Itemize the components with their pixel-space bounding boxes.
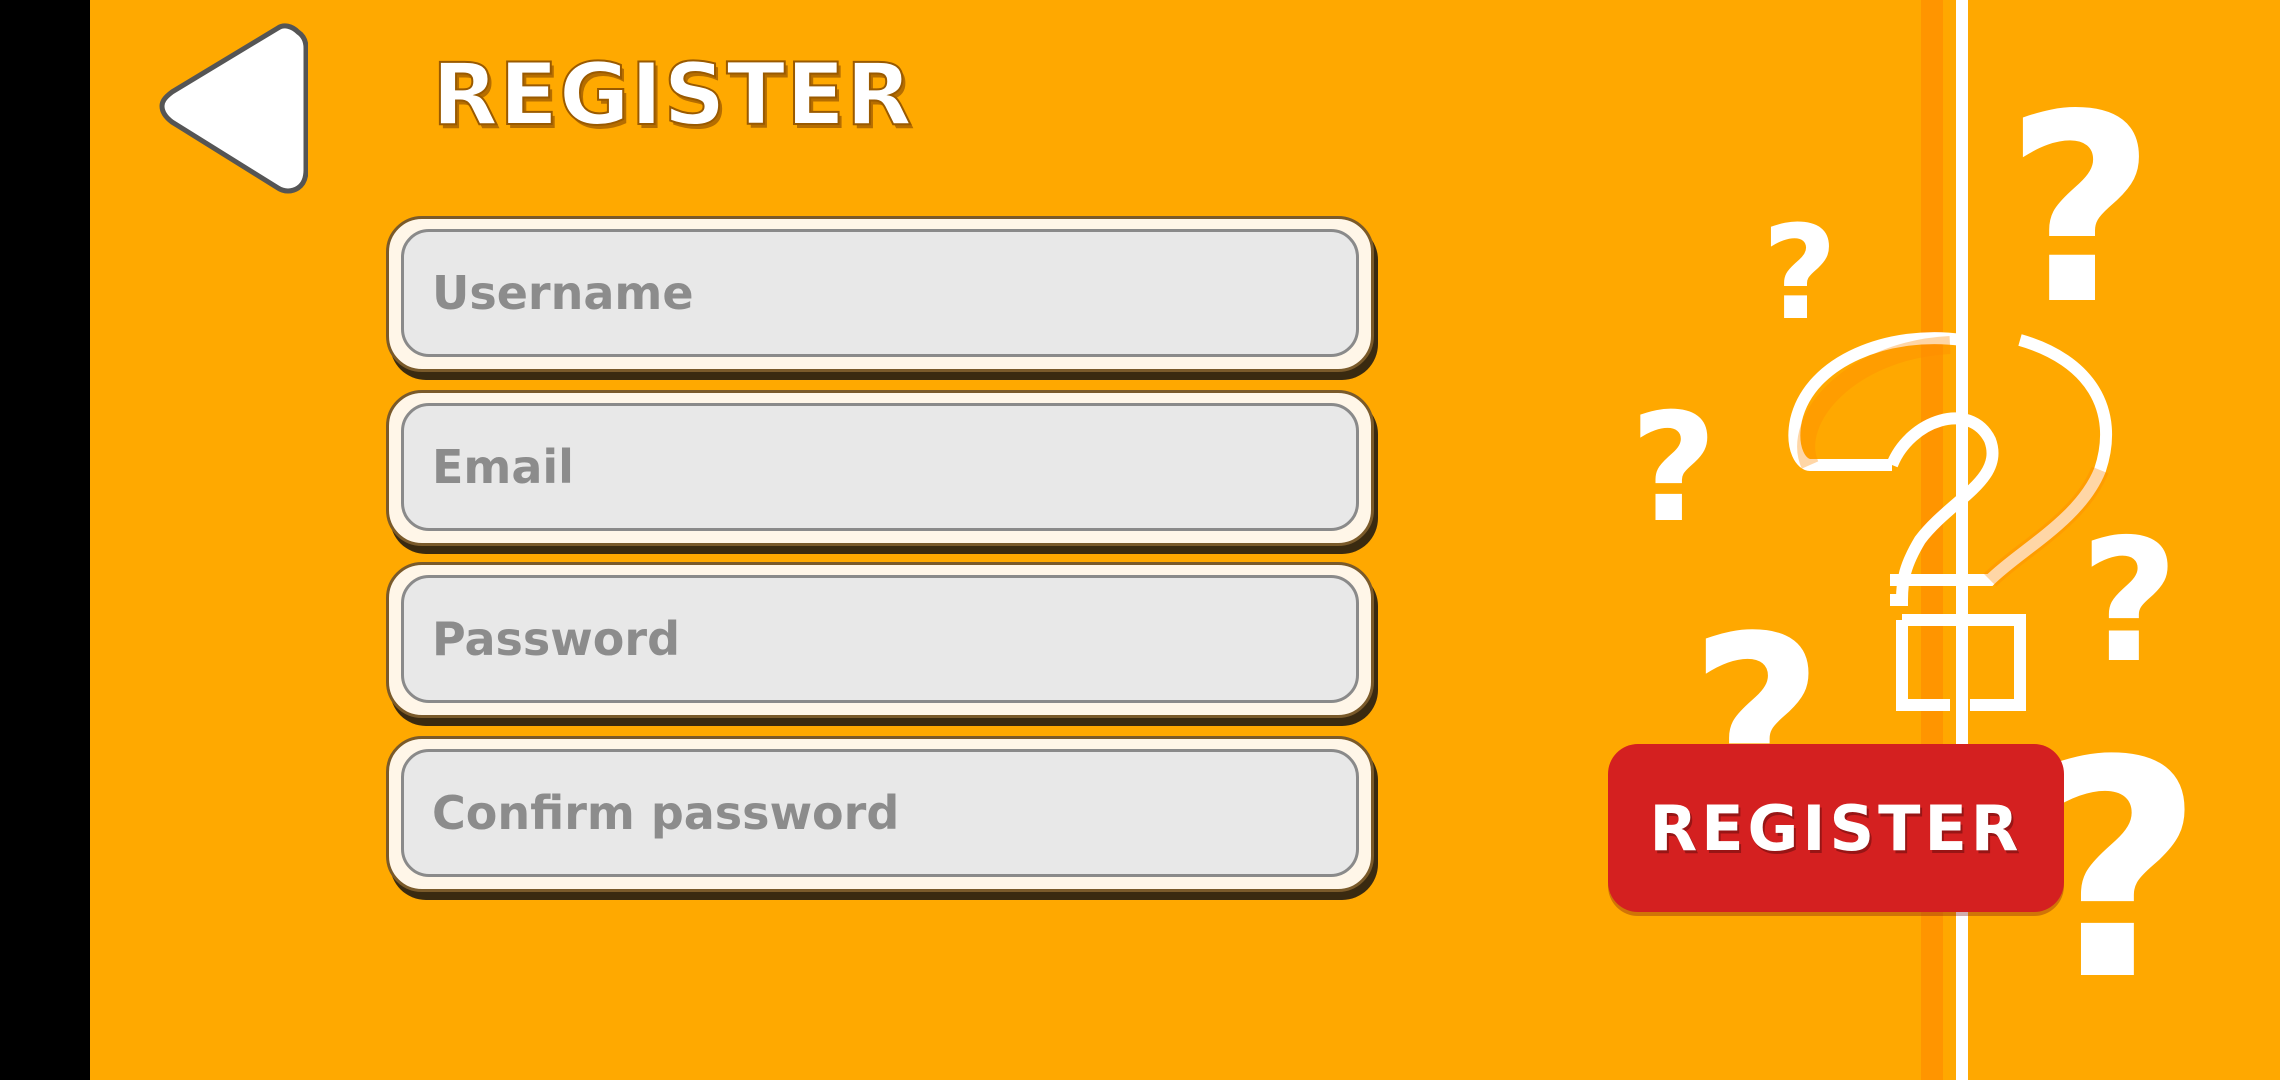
email-input[interactable] <box>404 406 1356 528</box>
svg-text:?: ? <box>1762 197 1837 349</box>
svg-text:?: ? <box>2080 503 2179 701</box>
email-field-frame <box>386 390 1374 546</box>
register-screen: ? ? ? ? ? ? REGISTER REGISTER <box>90 0 2280 1080</box>
back-button[interactable] <box>158 18 308 200</box>
svg-text:?: ? <box>2005 60 2156 362</box>
page-title: REGISTER <box>431 45 914 145</box>
username-field-box <box>401 229 1359 357</box>
password-input[interactable] <box>404 578 1356 700</box>
email-field-box <box>401 403 1359 531</box>
password-field-box <box>401 575 1359 703</box>
confirm-password-field-frame <box>386 736 1374 892</box>
username-input[interactable] <box>404 232 1356 354</box>
back-triangle-icon <box>159 23 308 194</box>
password-field-frame <box>386 562 1374 718</box>
username-field-frame <box>386 216 1374 372</box>
register-button[interactable]: REGISTER <box>1608 744 2064 912</box>
svg-text:?: ? <box>1630 382 1717 556</box>
confirm-password-field-box <box>401 749 1359 877</box>
confirm-password-input[interactable] <box>404 752 1356 874</box>
